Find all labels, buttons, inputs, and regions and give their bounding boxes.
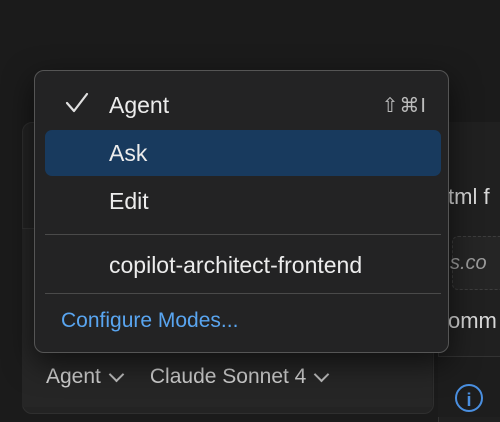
menu-item-label: Ask	[109, 139, 148, 166]
editor-heading-fragment: tml f	[448, 184, 490, 209]
menu-item-agent[interactable]: Agent ⇧⌘I	[45, 82, 441, 128]
chevron-down-icon	[108, 366, 125, 382]
menu-item-ask[interactable]: Ask	[45, 130, 441, 176]
chat-toolbar: Agent Claude Sonnet 4	[46, 362, 330, 392]
keyboard-shortcut: ⇧⌘I	[381, 94, 427, 117]
menu-item-label: Agent	[109, 91, 170, 118]
editor-text-fragment: omm	[448, 308, 497, 333]
menu-item-label: copilot-architect-frontend	[109, 251, 363, 278]
model-picker-button[interactable]: Claude Sonnet 4	[149, 365, 330, 389]
mode-dropdown-menu: Agent ⇧⌘I Ask Edit copilot-architect-fro…	[34, 70, 449, 353]
editor-italic-fragment: s.co	[450, 252, 487, 274]
menu-item-label: Edit	[109, 187, 149, 214]
configure-modes-link[interactable]: Configure Modes...	[61, 309, 238, 333]
chevron-down-icon	[314, 366, 330, 382]
mode-picker-button[interactable]: Agent	[46, 365, 125, 389]
menu-divider	[45, 293, 441, 294]
menu-divider	[45, 234, 441, 235]
mode-picker-label: Agent	[46, 365, 101, 388]
menu-item-edit[interactable]: Edit	[45, 178, 441, 224]
info-icon[interactable]: i	[455, 384, 483, 412]
checkmark-icon	[65, 92, 89, 113]
model-picker-label: Claude Sonnet 4	[149, 365, 307, 388]
menu-item-custom-mode[interactable]: copilot-architect-frontend	[45, 242, 441, 288]
